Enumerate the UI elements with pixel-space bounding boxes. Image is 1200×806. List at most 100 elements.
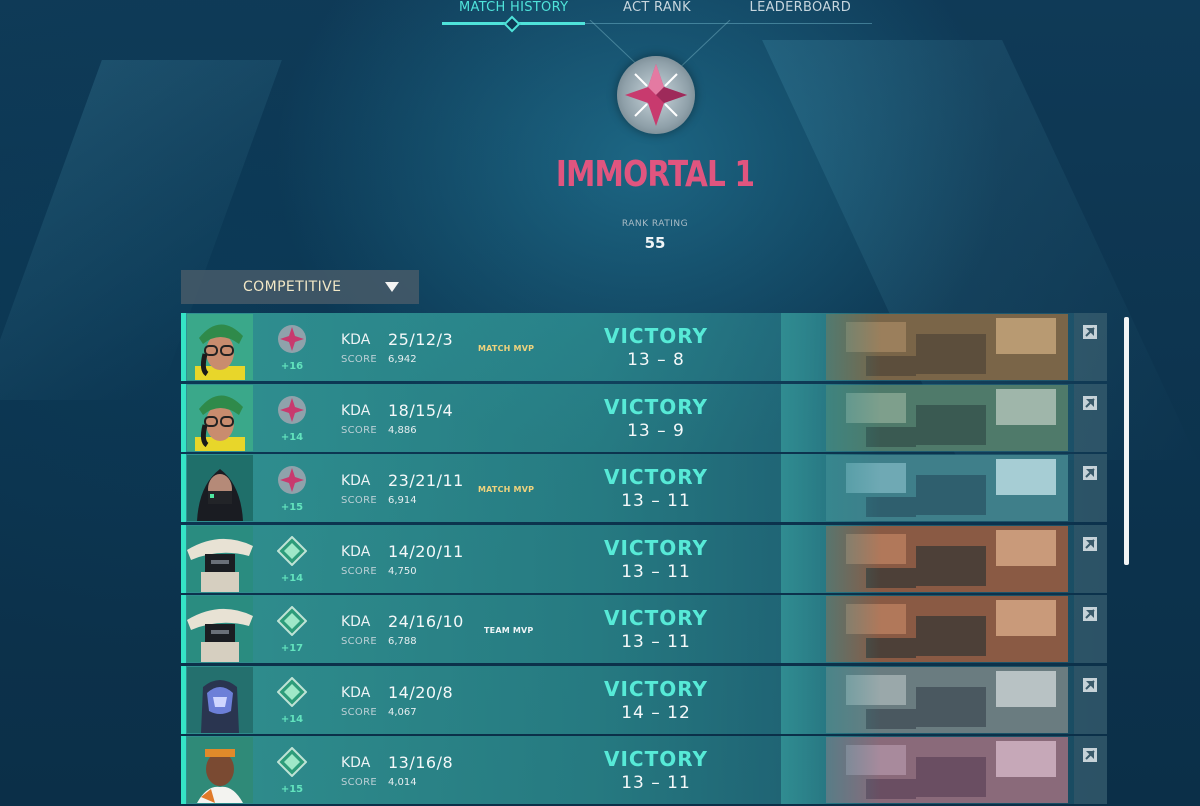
open-details-icon [1083, 677, 1097, 692]
victory-edge [181, 313, 186, 381]
immortal-rank-icon [277, 324, 307, 354]
score-value: 6,914 [388, 495, 417, 506]
match-row[interactable]: +15 KDA 23/21/11 SCORE 6,914 MATCH MVP V… [181, 454, 1107, 522]
expand-match-button[interactable] [1074, 383, 1107, 452]
map-fade [781, 313, 881, 381]
kda-value: 14/20/8 [388, 682, 454, 702]
victory-edge [181, 383, 186, 452]
immortal-rank-icon [277, 465, 307, 495]
rr-gain: +14 [280, 572, 304, 584]
expand-match-button[interactable] [1074, 736, 1107, 804]
match-result: VICTORY [603, 747, 709, 771]
score-value: 4,750 [388, 565, 417, 577]
score-value: 4,886 [388, 424, 417, 436]
rr-gain: +14 [280, 713, 304, 725]
kda-label: KDA [341, 543, 371, 560]
agent-portrait [187, 384, 253, 451]
rank-rating-value: 55 [644, 234, 666, 252]
rr-gain: +17 [280, 643, 304, 654]
agent-portrait [187, 596, 253, 662]
match-result: VICTORY [603, 676, 709, 701]
kda-label: KDA [341, 402, 371, 419]
expand-match-button[interactable] [1074, 313, 1107, 381]
map-fade [781, 454, 881, 522]
expand-match-button[interactable] [1074, 595, 1107, 663]
score-label: SCORE [341, 354, 377, 365]
rr-gain: +15 [280, 502, 304, 513]
match-row[interactable]: +17 KDA 24/16/10 SCORE 6,788 TEAM MVP VI… [181, 595, 1107, 663]
victory-edge [181, 595, 186, 663]
score-value: 4,067 [388, 706, 417, 718]
victory-edge [181, 524, 186, 593]
score-label: SCORE [341, 424, 377, 436]
map-fade [781, 736, 881, 804]
match-row[interactable]: +16 KDA 25/12/3 SCORE 6,942 MATCH MVP VI… [181, 313, 1107, 381]
victory-edge [181, 736, 186, 804]
rank-rating-label: RANK RATING [621, 219, 689, 229]
victory-edge [181, 454, 186, 522]
round-score: 13 – 9 [627, 420, 685, 441]
score-label: SCORE [341, 777, 377, 788]
kda-label: KDA [341, 684, 371, 701]
round-score: 13 – 11 [621, 632, 691, 652]
kda-label: KDA [341, 614, 371, 630]
round-score: 13 – 11 [621, 491, 691, 511]
kda-label: KDA [341, 473, 371, 489]
victory-edge [181, 665, 186, 734]
score-label: SCORE [341, 495, 377, 506]
queue-mode-dropdown[interactable]: COMPETITIVE [181, 270, 419, 304]
score-label: SCORE [341, 706, 377, 718]
expand-match-button[interactable] [1074, 524, 1107, 593]
rr-gain: +15 [280, 784, 304, 795]
immortal-rank-icon [277, 395, 307, 425]
match-result: VICTORY [603, 465, 709, 489]
open-details-icon [1083, 466, 1097, 480]
rr-gain: +16 [280, 361, 304, 372]
open-details-icon [1083, 395, 1097, 410]
ascendant-rank-icon [276, 676, 308, 707]
kda-value: 24/16/10 [388, 612, 464, 631]
queue-mode-label: COMPETITIVE [243, 279, 342, 295]
score-value: 6,942 [388, 354, 417, 365]
match-history-list: +16 KDA 25/12/3 SCORE 6,942 MATCH MVP VI… [181, 313, 1107, 806]
open-details-icon [1083, 325, 1097, 339]
match-row[interactable]: +14 KDA 14/20/11 SCORE 4,750 VICTORY 13 … [181, 524, 1107, 593]
mvp-badge: MATCH MVP [478, 485, 535, 494]
ascendant-rank-icon [276, 746, 308, 778]
agent-portrait [187, 666, 253, 733]
match-result: VICTORY [603, 394, 709, 419]
open-details-icon [1083, 536, 1097, 551]
kda-value: 13/16/8 [388, 753, 454, 772]
rank-emblem-icon [617, 56, 695, 134]
score-value: 6,788 [388, 636, 417, 647]
match-result: VICTORY [603, 535, 709, 560]
kda-value: 14/20/11 [388, 541, 464, 561]
scrollbar-thumb[interactable] [1124, 317, 1129, 565]
kda-label: KDA [341, 755, 371, 771]
mvp-badge: MATCH MVP [478, 344, 535, 353]
round-score: 14 – 12 [621, 702, 691, 723]
open-details-icon [1083, 607, 1097, 621]
expand-match-button[interactable] [1074, 454, 1107, 522]
map-fade [781, 665, 881, 734]
kda-value: 18/15/4 [388, 400, 454, 420]
rr-gain: +14 [280, 431, 304, 443]
match-result: VICTORY [603, 606, 709, 630]
round-score: 13 – 8 [627, 350, 685, 370]
rank-title: IMMORTAL 1 [555, 154, 755, 195]
agent-portrait [187, 737, 253, 803]
map-fade [781, 524, 881, 593]
score-value: 4,014 [388, 777, 417, 788]
round-score: 13 – 11 [621, 561, 691, 582]
match-row[interactable]: +14 KDA 14/20/8 SCORE 4,067 VICTORY 14 –… [181, 665, 1107, 734]
mvp-badge: TEAM MVP [484, 626, 534, 635]
chevron-down-icon [385, 282, 399, 292]
match-row[interactable]: +14 KDA 18/15/4 SCORE 4,886 VICTORY 13 –… [181, 383, 1107, 452]
ascendant-rank-icon [276, 605, 308, 637]
score-label: SCORE [341, 636, 377, 647]
map-fade [781, 383, 881, 452]
agent-portrait [187, 455, 253, 521]
match-row[interactable]: +15 KDA 13/16/8 SCORE 4,014 VICTORY 13 –… [181, 736, 1107, 804]
map-fade [781, 595, 881, 663]
expand-match-button[interactable] [1074, 665, 1107, 734]
